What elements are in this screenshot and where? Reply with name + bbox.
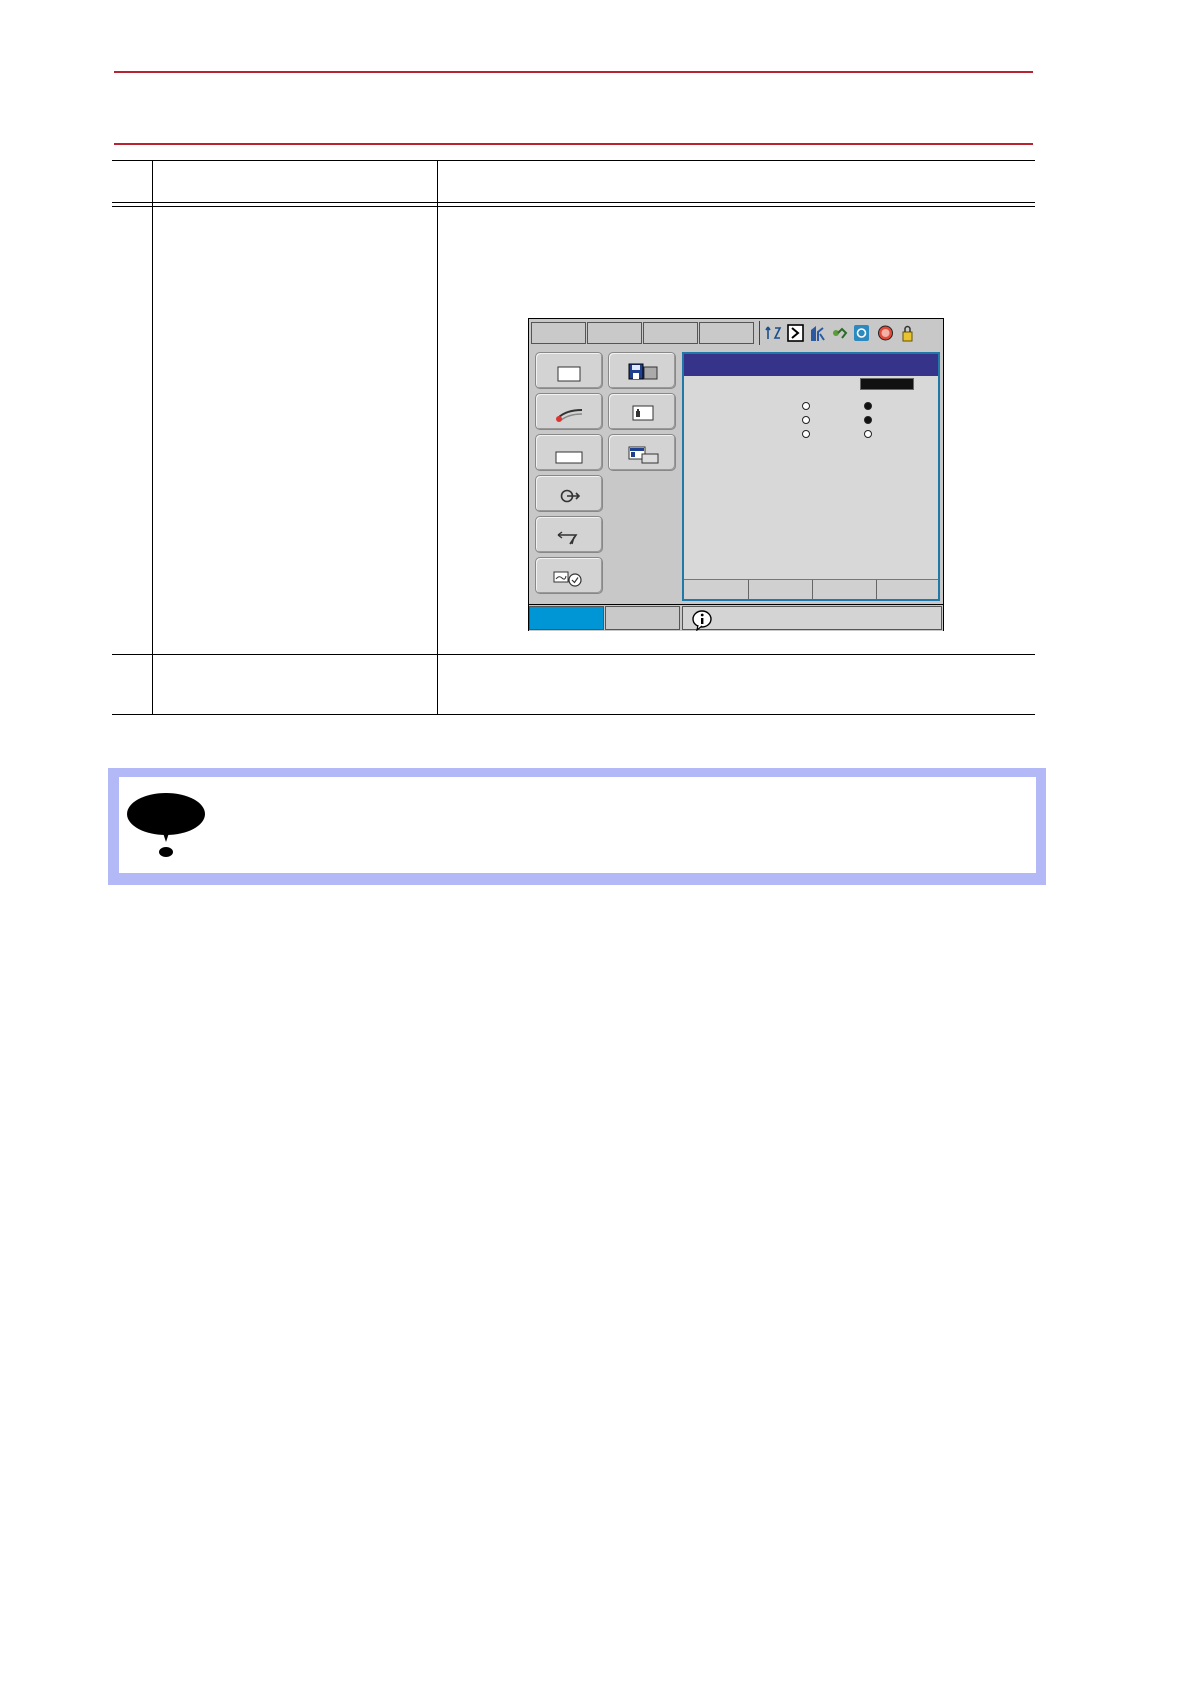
menu-robot-button[interactable] xyxy=(535,516,603,553)
table-col-rule-1 xyxy=(152,160,153,714)
note-text xyxy=(229,791,1019,861)
pendant-bottom-bar xyxy=(529,604,943,631)
radio-row-3-left[interactable] xyxy=(802,430,810,438)
note-content xyxy=(119,777,1036,873)
caution-speech-icon xyxy=(127,793,205,857)
menu-in-out-button[interactable] xyxy=(535,475,603,512)
cycle-icon xyxy=(854,325,869,341)
table-bottom-rule xyxy=(112,714,1035,715)
note-box xyxy=(108,768,1046,885)
job-icon xyxy=(557,366,581,382)
display-setup-icon xyxy=(628,446,659,464)
menu-display-setup-button[interactable] xyxy=(608,434,676,471)
table-header-explanation xyxy=(445,168,1030,196)
panel-value-field[interactable] xyxy=(860,378,914,390)
step-2-explanation xyxy=(445,662,1030,706)
header-rule-top xyxy=(114,71,1033,73)
radio-row-1-right[interactable] xyxy=(864,402,872,410)
top-tab-3[interactable] xyxy=(643,322,698,344)
status-separator xyxy=(759,321,760,345)
footer-divider-2 xyxy=(812,580,813,599)
table-header-operation xyxy=(160,168,430,196)
info-icon xyxy=(692,610,712,631)
menu-job-button[interactable] xyxy=(535,352,603,389)
menu-setup-button[interactable] xyxy=(608,393,676,430)
panel-footer xyxy=(684,579,938,599)
menu-variable-button[interactable] xyxy=(535,434,603,471)
footer-divider-3 xyxy=(876,580,877,599)
stop-icon xyxy=(878,325,893,341)
main-menu-button[interactable] xyxy=(529,606,604,630)
save-icon xyxy=(628,363,658,380)
table-row-rule xyxy=(112,654,1035,655)
message-area xyxy=(682,606,942,631)
radio-row-1-left[interactable] xyxy=(802,402,810,410)
robot-menu-icon xyxy=(557,531,578,545)
setup-icon xyxy=(632,405,654,421)
content-panel xyxy=(682,352,940,601)
radio-row-3-right[interactable] xyxy=(864,430,872,438)
radio-row-2-right[interactable] xyxy=(864,416,872,424)
table-col-rule-2 xyxy=(437,160,438,714)
arc-welding-icon xyxy=(556,409,583,422)
table-header-rule-2 xyxy=(112,206,1035,207)
in-out-icon xyxy=(560,489,581,503)
header-rule-bottom xyxy=(114,143,1033,145)
menu-arc-welding-button[interactable] xyxy=(535,393,603,430)
radio-row-2-left[interactable] xyxy=(802,416,810,424)
sync-icon xyxy=(765,326,782,339)
lock-icon xyxy=(902,325,913,342)
mode-icon xyxy=(787,324,804,342)
simple-menu-button[interactable] xyxy=(605,606,680,630)
top-tab-1[interactable] xyxy=(531,322,586,344)
table-header-rule-1 xyxy=(112,202,1035,203)
menu-system-info-button[interactable] xyxy=(535,557,603,594)
step-1-explanation xyxy=(445,212,1030,272)
variable-icon xyxy=(555,451,583,464)
system-info-icon xyxy=(553,571,582,587)
top-tab-2[interactable] xyxy=(587,322,642,344)
table-header-step xyxy=(114,168,150,196)
robot-icon xyxy=(833,327,848,339)
footer-divider-1 xyxy=(748,580,749,599)
table-top-rule xyxy=(112,160,1035,161)
top-tab-4[interactable] xyxy=(699,322,754,344)
pendant-screenshot xyxy=(528,318,944,631)
panel-title-bar xyxy=(684,354,938,376)
tool-icon xyxy=(811,326,825,341)
menu-save-button[interactable] xyxy=(608,352,676,389)
